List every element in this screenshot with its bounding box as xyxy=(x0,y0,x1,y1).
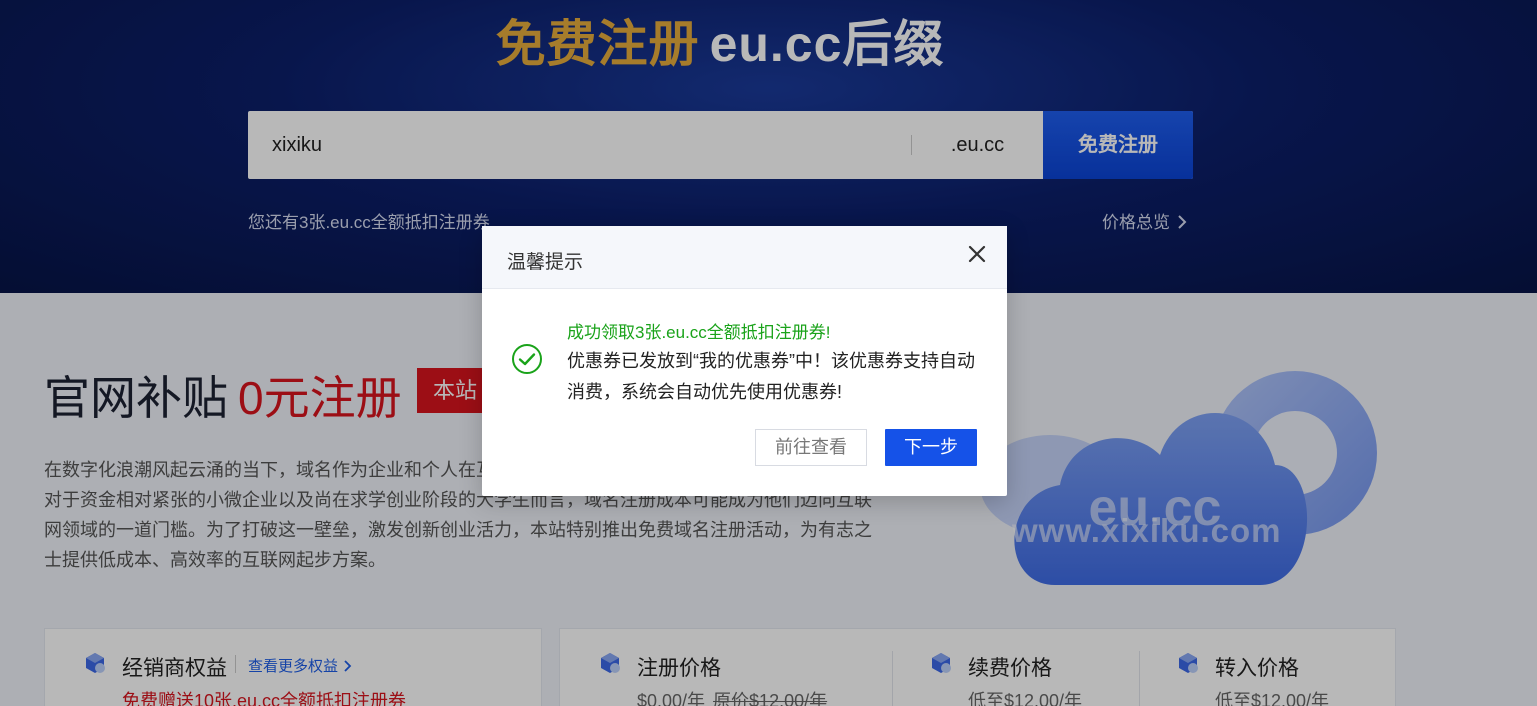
dialog-header: 温馨提示 xyxy=(482,226,1007,289)
view-coupons-button[interactable]: 前往查看 xyxy=(755,429,867,466)
check-circle-icon xyxy=(512,344,542,374)
dialog-success-message: 成功领取3张.eu.cc全额抵扣注册券! xyxy=(567,323,831,342)
notice-dialog: 温馨提示 成功领取3张.eu.cc全额抵扣注册券! 优惠券已发放到“我的优惠券”… xyxy=(482,226,1007,496)
dialog-title: 温馨提示 xyxy=(507,252,584,273)
close-icon[interactable] xyxy=(967,244,987,264)
next-step-button[interactable]: 下一步 xyxy=(885,429,977,466)
dialog-body-text: 优惠券已发放到“我的优惠券”中！该优惠券支持自动消费，系统会自动优先使用优惠券! xyxy=(567,351,975,402)
